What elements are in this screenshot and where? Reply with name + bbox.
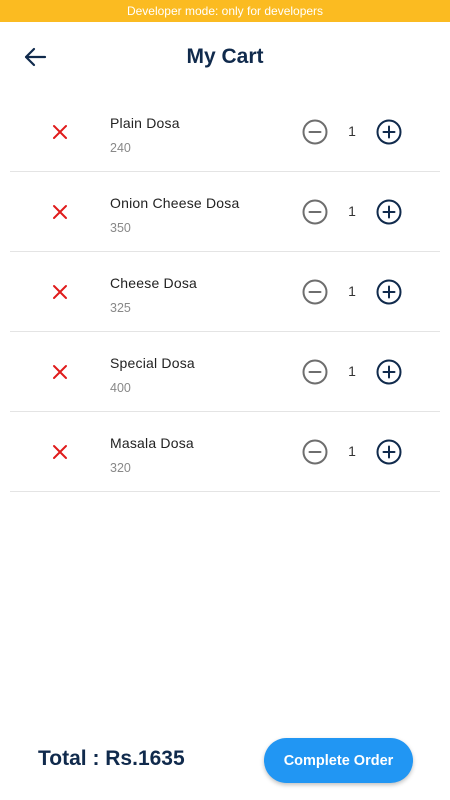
- developer-mode-banner: Developer mode: only for developers: [0, 0, 450, 22]
- item-quantity: 1: [348, 283, 356, 299]
- remove-item-button[interactable]: [48, 200, 72, 224]
- close-icon: [53, 445, 67, 459]
- close-icon: [53, 365, 67, 379]
- cart-list: Plain Dosa 240 1 Onion Cheese Dosa 350 1: [10, 92, 440, 492]
- remove-item-button[interactable]: [48, 280, 72, 304]
- item-name: Masala Dosa: [110, 435, 194, 451]
- remove-item-button[interactable]: [48, 360, 72, 384]
- back-button[interactable]: [18, 42, 52, 72]
- item-quantity: 1: [348, 123, 356, 139]
- minus-circle-icon[interactable]: [301, 438, 329, 466]
- complete-order-button[interactable]: Complete Order: [264, 738, 413, 783]
- arrow-left-icon: [24, 47, 47, 67]
- item-name: Cheese Dosa: [110, 275, 198, 291]
- item-price: 320: [110, 461, 131, 475]
- app-header: My Cart: [0, 22, 450, 92]
- item-quantity: 1: [348, 203, 356, 219]
- item-price: 400: [110, 381, 131, 395]
- plus-circle-icon[interactable]: [375, 438, 403, 466]
- item-quantity: 1: [348, 363, 356, 379]
- order-total: Total : Rs.1635: [38, 747, 185, 770]
- close-icon: [53, 125, 67, 139]
- remove-item-button[interactable]: [48, 440, 72, 464]
- cart-item: Onion Cheese Dosa 350 1: [10, 172, 440, 252]
- cart-item: Cheese Dosa 325 1: [10, 252, 440, 332]
- plus-circle-icon[interactable]: [375, 198, 403, 226]
- close-icon: [53, 205, 67, 219]
- cart-footer: Total : Rs.1635 Complete Order: [0, 735, 450, 785]
- item-price: 240: [110, 141, 131, 155]
- minus-circle-icon[interactable]: [301, 358, 329, 386]
- plus-circle-icon[interactable]: [375, 118, 403, 146]
- item-quantity: 1: [348, 443, 356, 459]
- item-price: 325: [110, 301, 131, 315]
- developer-mode-text: Developer mode: only for developers: [126, 4, 324, 18]
- plus-circle-icon[interactable]: [375, 278, 403, 306]
- page-title: My Cart: [186, 45, 264, 68]
- plus-circle-icon[interactable]: [375, 358, 403, 386]
- remove-item-button[interactable]: [48, 120, 72, 144]
- item-name: Plain Dosa: [110, 115, 180, 131]
- cart-item: Masala Dosa 320 1: [10, 412, 440, 492]
- minus-circle-icon[interactable]: [301, 118, 329, 146]
- cart-item: Special Dosa 400 1: [10, 332, 440, 412]
- item-name: Special Dosa: [110, 355, 195, 371]
- item-name: Onion Cheese Dosa: [110, 195, 240, 211]
- minus-circle-icon[interactable]: [301, 198, 329, 226]
- close-icon: [53, 285, 67, 299]
- cart-item: Plain Dosa 240 1: [10, 92, 440, 172]
- item-price: 350: [110, 221, 131, 235]
- minus-circle-icon[interactable]: [301, 278, 329, 306]
